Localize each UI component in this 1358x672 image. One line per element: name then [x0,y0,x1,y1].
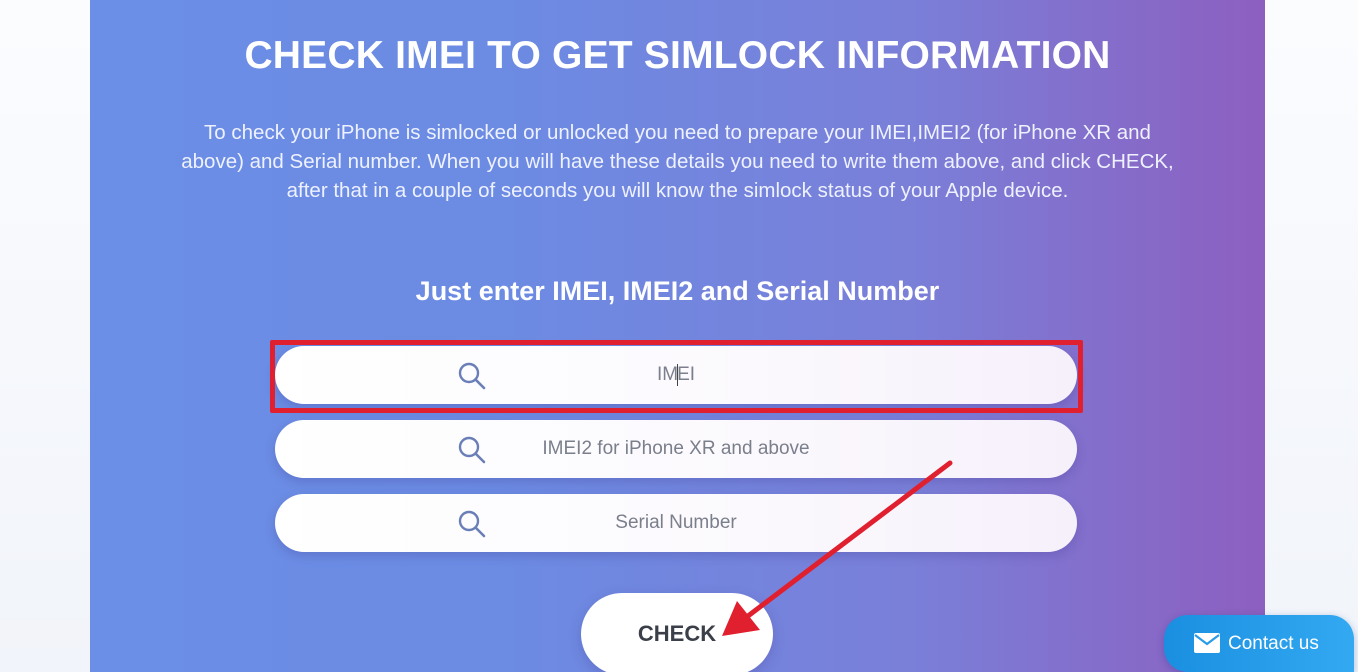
imei-placeholder-start: IM [656,364,679,385]
page-left-margin [0,0,90,672]
serial-number-input[interactable]: Serial Number [275,494,1077,552]
envelope-icon [1194,633,1220,653]
imei-placeholder: IMEI [275,346,1077,404]
page-title: CHECK IMEI TO GET SIMLOCK INFORMATION [244,34,1111,77]
contact-us-button[interactable]: Contact us [1164,615,1354,672]
imei-check-section: CHECK IMEI TO GET SIMLOCK INFORMATION To… [90,0,1265,672]
imei-placeholder-end: EI [677,364,696,385]
page-right-margin [1265,0,1358,672]
form-heading: Just enter IMEI, IMEI2 and Serial Number [415,276,940,306]
contact-us-label: Contact us [1228,633,1319,654]
serial-number-placeholder: Serial Number [615,512,737,533]
instructions-text: To check your iPhone is simlocked or unl… [181,121,1174,202]
imei-input[interactable]: IMEI [275,346,1077,404]
imei2-input[interactable]: IMEI2 for iPhone XR and above [275,420,1077,478]
check-button[interactable]: CHECK [581,593,773,672]
imei2-placeholder: IMEI2 for iPhone XR and above [542,438,810,459]
